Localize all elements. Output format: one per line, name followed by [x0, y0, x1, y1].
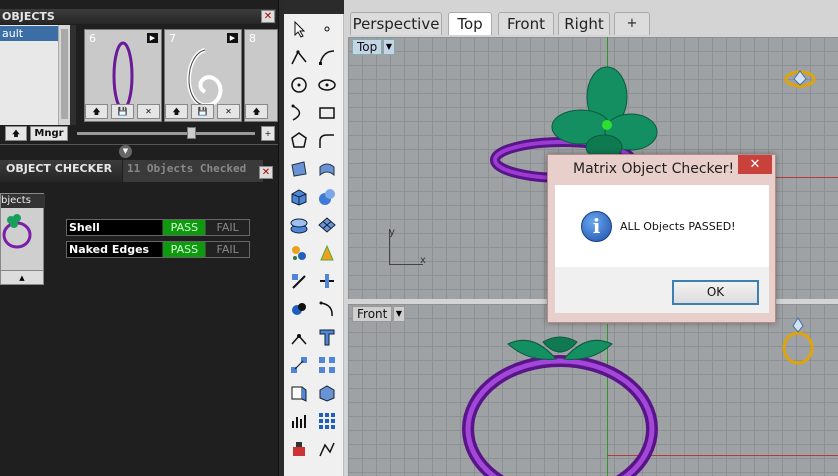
deform-icon[interactable] — [314, 240, 340, 266]
fillet-icon[interactable] — [314, 128, 340, 154]
objects-panel-close-button[interactable]: ✕ — [261, 10, 275, 23]
tab-perspective[interactable]: Perspective — [350, 12, 442, 35]
gold-ring-front-icon — [782, 317, 814, 365]
axis-label-x: x — [420, 255, 426, 266]
dialog-body: i ALL Objects PASSED! — [555, 185, 769, 267]
axis-label-y: y — [389, 227, 395, 238]
gold-ring-top-icon — [784, 70, 816, 88]
thumbnail-6-buttons: 🡅 💾 ✕ — [85, 104, 160, 119]
spheres-icon[interactable] — [314, 184, 340, 210]
tab-front[interactable]: Front — [498, 12, 554, 35]
point-icon[interactable] — [314, 16, 340, 42]
join-icon[interactable] — [286, 324, 312, 350]
check-label: Shell — [67, 220, 163, 235]
dialog-close-button[interactable]: ✕ — [738, 155, 772, 174]
check-row-naked-edges: Naked Edges PASS FAIL — [66, 241, 250, 258]
rectangle-icon[interactable] — [314, 100, 340, 126]
ring-front-view — [462, 336, 658, 476]
objects-panel-header: OBJECTS — [0, 9, 276, 24]
add-viewport-tab-button[interactable]: + — [614, 12, 650, 35]
curve-icon[interactable] — [314, 44, 340, 70]
info-icon: i — [581, 211, 612, 242]
save-button[interactable]: 💾 — [191, 104, 214, 119]
text-icon[interactable] — [314, 324, 340, 350]
dialog-message: ALL Objects PASSED! — [620, 220, 736, 233]
move-up-button[interactable]: 🡅 — [245, 104, 268, 119]
move-up-button[interactable]: 🡅 — [85, 104, 108, 119]
objects-preview-label: bjects — [1, 194, 45, 208]
front-viewport[interactable]: Front ▼ — [348, 304, 838, 476]
ok-button[interactable]: OK — [672, 280, 759, 305]
objects-preview[interactable]: bjects ▲ — [0, 193, 45, 285]
circle-icon[interactable] — [286, 72, 312, 98]
scrollbar-thumb[interactable] — [61, 29, 68, 119]
mesh-icon[interactable] — [314, 212, 340, 238]
polygon-icon[interactable] — [286, 128, 312, 154]
up-button[interactable]: 🡅 — [5, 126, 27, 141]
object-list: ault — [0, 25, 70, 125]
ring-preview-icon — [2, 214, 32, 249]
transform-icon[interactable] — [286, 268, 312, 294]
size-slider-handle[interactable] — [187, 127, 196, 139]
pass-indicator: PASS — [162, 242, 206, 257]
fail-indicator: FAIL — [205, 220, 249, 235]
dialog-title: Matrix Object Checker! — [573, 161, 735, 177]
extrude-icon[interactable] — [286, 380, 312, 406]
collapse-icon[interactable]: ▼ — [119, 145, 132, 158]
left-panel: OBJECTS ✕ ault 6 ▶ 7 ▶ 8 🡅 💾 ✕ 🡅 💾 ✕ 🡅 🡅… — [0, 0, 278, 476]
arc-icon[interactable] — [286, 100, 312, 126]
size-slider-track[interactable] — [77, 132, 255, 135]
checker-close-button[interactable]: ✕ — [259, 166, 273, 179]
application-window: OBJECTS ✕ ault 6 ▶ 7 ▶ 8 🡅 💾 ✕ 🡅 💾 ✕ 🡅 🡅… — [0, 0, 838, 476]
thumbnail-7-buttons: 🡅 💾 ✕ — [165, 104, 240, 119]
box-icon[interactable] — [286, 184, 312, 210]
thumbnail-number: 8 — [249, 32, 256, 45]
grid-array-icon[interactable] — [314, 352, 340, 378]
boolean-icon[interactable] — [286, 296, 312, 322]
array-icon[interactable] — [286, 352, 312, 378]
delete-button[interactable]: ✕ — [137, 104, 160, 119]
pass-indicator: PASS — [162, 220, 206, 235]
thumbnail-8-buttons: 🡅 — [245, 104, 268, 119]
surface-edges-icon[interactable] — [286, 156, 312, 182]
loft-surface-icon[interactable] — [314, 156, 340, 182]
camera-icon[interactable] — [314, 436, 340, 462]
tool-palette — [284, 14, 344, 476]
check-row-shell: Shell PASS FAIL — [66, 219, 250, 236]
polyline-icon[interactable] — [286, 44, 312, 70]
save-button[interactable]: 💾 — [111, 104, 134, 119]
render-icon[interactable] — [286, 436, 312, 462]
add-button[interactable]: + — [261, 126, 275, 141]
manager-button[interactable]: Mngr — [30, 126, 68, 141]
list-scrollbar[interactable] — [58, 25, 70, 125]
checked-count-tab: 11 Objects Checked — [123, 160, 263, 182]
fail-indicator: FAIL — [205, 242, 249, 257]
select-arrow-icon[interactable] — [286, 16, 312, 42]
list-item[interactable]: ault — [0, 26, 58, 41]
trim-icon[interactable] — [314, 296, 340, 322]
gems-icon[interactable] — [286, 240, 312, 266]
delete-button[interactable]: ✕ — [217, 104, 240, 119]
expand-icon[interactable]: ▲ — [1, 270, 43, 284]
check-label: Naked Edges — [67, 242, 163, 257]
object-checker-dialog: Matrix Object Checker! ✕ i ALL Objects P… — [547, 154, 776, 323]
align-icon[interactable] — [314, 268, 340, 294]
object-checker-header: OBJECT CHECKER — [0, 160, 122, 182]
ellipse-icon[interactable] — [314, 72, 340, 98]
objects-panel-title: OBJECTS — [2, 10, 55, 23]
solid-box-icon[interactable] — [314, 380, 340, 406]
cylinder-icon[interactable] — [286, 212, 312, 238]
move-up-button[interactable]: 🡅 — [165, 104, 188, 119]
dialog-footer: OK — [555, 267, 769, 313]
tab-top[interactable]: Top — [448, 12, 492, 35]
dots-grid-icon[interactable] — [314, 408, 340, 434]
tab-right[interactable]: Right — [558, 12, 610, 35]
analysis-icon[interactable] — [286, 408, 312, 434]
